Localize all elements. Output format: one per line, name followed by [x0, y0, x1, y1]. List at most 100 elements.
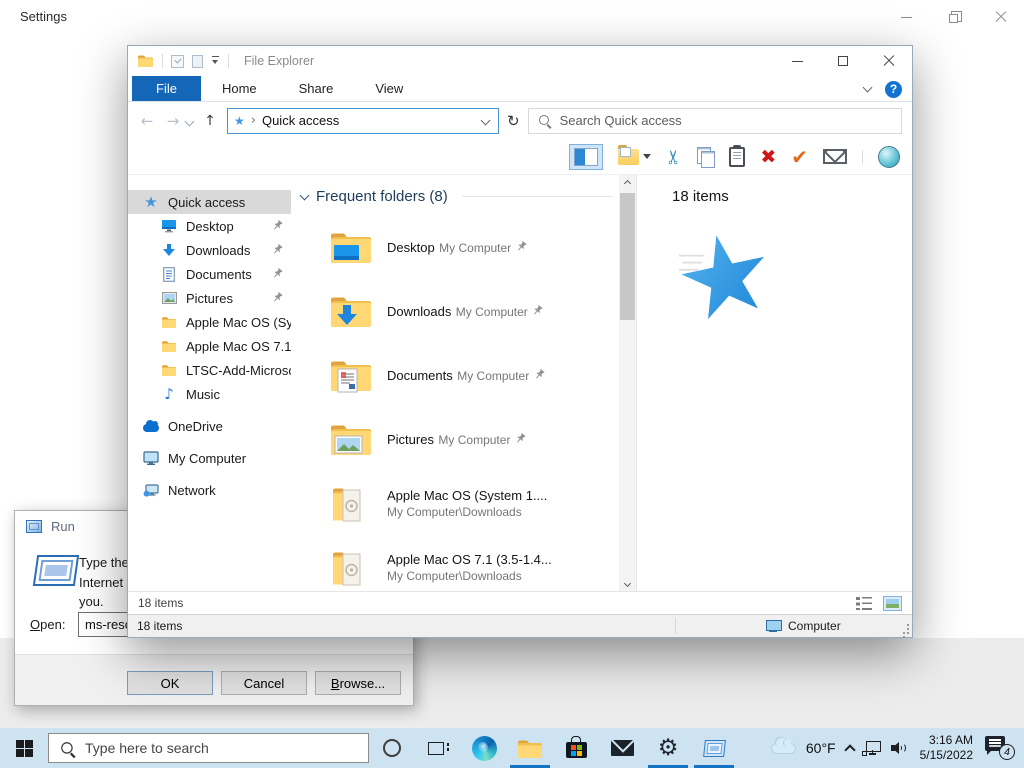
folder-item-documents[interactable]: Documents My Computer [291, 344, 619, 408]
explorer-search-input[interactable] [559, 113, 892, 128]
details-view-icon[interactable] [856, 596, 872, 610]
folder-item-pictures[interactable]: Pictures My Computer [291, 408, 619, 472]
settings-restore-button[interactable] [930, 0, 977, 34]
internet-button[interactable] [878, 145, 900, 168]
scroll-down-arrow[interactable] [619, 575, 636, 591]
folder-item-apple-mac-os[interactable]: Apple Mac OS (System 1.... My Computer\D… [291, 472, 619, 536]
sidebar-item-quick-access[interactable]: ★ Quick access [128, 190, 291, 214]
sidebar-item-documents[interactable]: Documents [128, 262, 291, 286]
folder-location: My Computer [457, 369, 530, 383]
cut-button[interactable]: ✂ [663, 149, 685, 165]
back-button[interactable]: ← [138, 112, 156, 130]
ribbon-collapse-icon[interactable] [862, 82, 873, 93]
run-cancel-button[interactable]: Cancel [221, 671, 307, 695]
resize-grip[interactable] [899, 624, 909, 634]
explorer-maximize-button[interactable] [820, 46, 866, 76]
pin-icon [272, 219, 283, 234]
sidebar-item-onedrive[interactable]: OneDrive [128, 414, 291, 438]
copy-button[interactable] [697, 147, 716, 168]
tab-file[interactable]: File [132, 76, 201, 101]
sidebar-label: Quick access [168, 194, 246, 210]
store-button[interactable] [553, 728, 599, 768]
sidebar-label: OneDrive [168, 418, 223, 434]
search-box[interactable] [527, 107, 902, 134]
explorer-minimize-button[interactable] [774, 46, 820, 76]
paste-button[interactable] [729, 144, 746, 167]
recent-locations-icon[interactable] [184, 116, 195, 127]
qat-properties-icon[interactable] [171, 54, 184, 68]
breadcrumb-chevron-icon[interactable]: › [251, 113, 256, 128]
sidebar-item-music[interactable]: ♪ Music [128, 382, 291, 406]
task-view-icon [428, 741, 449, 755]
weather-temperature[interactable]: 60°F [806, 740, 836, 756]
sidebar-label: Apple Mac OS 7.1 (3 [186, 338, 291, 354]
volume-icon[interactable] [890, 740, 910, 756]
separator [228, 54, 229, 68]
legacy-app-button[interactable] [691, 728, 737, 768]
taskbar-clock[interactable]: 3:16 AM 5/15/2022 [920, 733, 973, 763]
weather-cloud-icon[interactable] [770, 736, 796, 754]
sidebar-item-downloads[interactable]: Downloads [128, 238, 291, 262]
email-button[interactable] [823, 149, 847, 164]
group-header-label: Frequent folders (8) [316, 187, 448, 205]
sidebar-item-desktop[interactable]: Desktop [128, 214, 291, 238]
sidebar-item-folder-2[interactable]: Apple Mac OS 7.1 (3 [128, 334, 291, 358]
start-button[interactable] [0, 728, 48, 768]
tab-home[interactable]: Home [201, 76, 278, 101]
tray-overflow-icon[interactable] [843, 744, 856, 756]
help-button[interactable]: ? [885, 80, 902, 98]
sidebar-item-my-computer[interactable]: My Computer [128, 446, 291, 470]
explorer-close-button[interactable] [866, 46, 912, 76]
sidebar-item-folder-3[interactable]: LTSC-Add-Microsof [128, 358, 291, 382]
edge-button[interactable] [461, 728, 507, 768]
qat-newfolder-icon[interactable] [192, 54, 203, 68]
sidebar-item-pictures[interactable]: Pictures [128, 286, 291, 310]
action-center-button[interactable]: 4 [985, 736, 1015, 760]
run-browse-button[interactable]: Browse... [315, 671, 401, 695]
up-button[interactable]: ↑ [201, 113, 219, 129]
explorer-titlebar[interactable]: File Explorer [128, 46, 912, 76]
scrollbar-thumb[interactable] [620, 193, 635, 320]
preview-pane-button[interactable] [569, 143, 604, 170]
folder-item-desktop[interactable]: Desktop My Computer [291, 216, 619, 280]
settings-minimize-button[interactable] [883, 0, 930, 34]
settings-close-button[interactable] [977, 0, 1024, 34]
tab-share[interactable]: Share [278, 76, 355, 101]
sidebar-item-network[interactable]: Network [128, 478, 291, 502]
collapse-group-icon[interactable] [299, 190, 310, 200]
status-separator [675, 618, 676, 634]
sidebar-label: Desktop [186, 218, 234, 234]
run-icon [26, 519, 42, 533]
thumbnail-view-icon[interactable] [883, 595, 902, 611]
forward-button[interactable]: → [164, 112, 182, 130]
new-folder-button[interactable] [618, 144, 652, 165]
run-ok-button[interactable]: OK [127, 671, 213, 695]
qat-customize-icon[interactable] [211, 56, 220, 66]
vertical-scrollbar[interactable] [619, 175, 636, 591]
confirm-button[interactable]: ✔ [791, 145, 808, 169]
tab-view[interactable]: View [354, 76, 424, 101]
sidebar-item-folder-1[interactable]: Apple Mac OS (Syst [128, 310, 291, 334]
folder-item-apple-mac-os-71[interactable]: Apple Mac OS 7.1 (3.5-1.4... My Computer… [291, 536, 619, 591]
scroll-up-arrow[interactable] [619, 175, 636, 191]
restore-icon [949, 11, 962, 23]
folder-item-downloads[interactable]: Downloads My Computer [291, 280, 619, 344]
group-header-frequent-folders[interactable]: Frequent folders (8) [291, 184, 619, 208]
mail-button[interactable] [599, 728, 645, 768]
cortana-button[interactable] [369, 728, 415, 768]
network-tray-icon[interactable] [861, 741, 881, 756]
task-view-button[interactable] [415, 728, 461, 768]
delete-button[interactable]: ✖ [760, 146, 776, 168]
taskbar-search-box[interactable] [48, 733, 369, 763]
pin-icon [272, 267, 283, 282]
refresh-button[interactable]: ↻ [507, 112, 520, 130]
taskbar-search-input[interactable] [85, 740, 356, 756]
file-explorer-button[interactable] [507, 728, 553, 768]
address-bar[interactable]: ★ › Quick access [227, 107, 499, 134]
address-dropdown-icon[interactable] [480, 115, 491, 126]
settings-button[interactable]: ⚙ [645, 728, 691, 768]
run-dialog-title: Run [51, 518, 75, 534]
breadcrumb-location[interactable]: Quick access [262, 113, 476, 128]
sidebar-label: Pictures [186, 290, 233, 306]
